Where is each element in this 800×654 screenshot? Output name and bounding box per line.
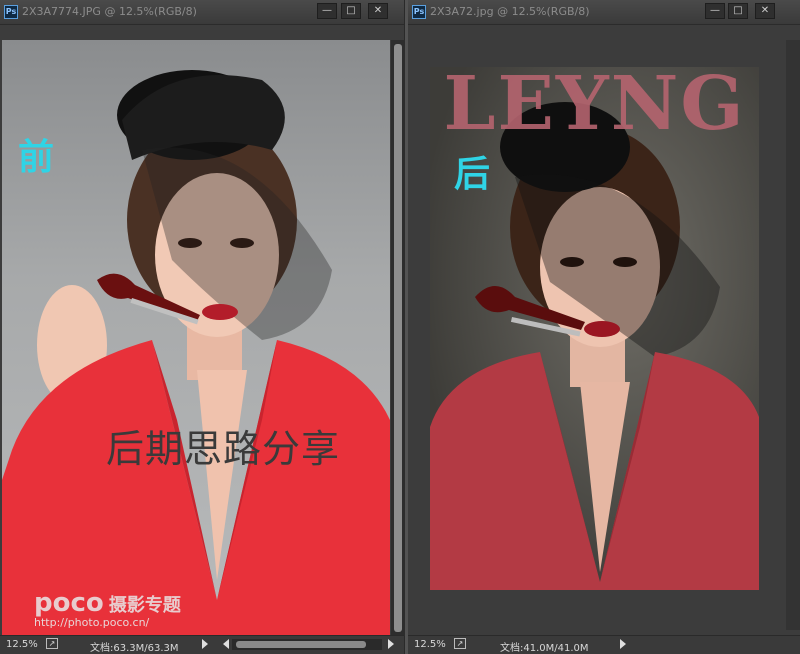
portrait-photo-before [2,70,390,636]
maximize-button[interactable]: □ [728,3,748,19]
document-size: 文档:41.0M/41.0M [500,643,589,654]
horizontal-scrollbar[interactable] [232,639,382,650]
close-button[interactable]: ✕ [368,3,388,19]
poco-logo-text: poco [34,588,104,618]
zoom-level[interactable]: 12.5% [6,639,38,650]
share-icon[interactable]: ↗ [46,638,58,649]
minimize-button[interactable]: — [317,3,337,19]
photoshop-icon: Ps [4,5,18,19]
image-canvas-before[interactable]: 前 后期思路分享 poco 摄影专题 http://photo.poco.cn/ [2,40,390,636]
masthead-text: LEYNG [443,67,746,147]
photoshop-icon: Ps [412,5,426,19]
status-bar: 12.5% ↗ 文档:63.3M/63.3M [0,635,404,654]
label-before: 前 [18,137,55,178]
watermark-url: http://photo.poco.cn/ [34,616,150,629]
status-bar: 12.5% ↗ 文档:41.0M/41.0M [408,635,800,654]
maximize-button[interactable]: □ [341,3,361,19]
poco-watermark: poco 摄影专题 http://photo.poco.cn/ [34,588,181,629]
document-window-after[interactable]: Ps 2X3A72.jpg @ 12.5%(RGB/8) — □ ✕ LEYNG… [408,0,800,654]
scroll-right-icon[interactable] [388,639,394,649]
window-titlebar[interactable]: Ps 2X3A7774.JPG @ 12.5%(RGB/8) — □ ✕ [0,0,404,25]
scroll-left-icon[interactable] [223,639,229,649]
share-icon[interactable]: ↗ [454,638,466,649]
label-after: 后 [454,154,491,195]
document-window-before[interactable]: Ps 2X3A7774.JPG @ 12.5%(RGB/8) — □ ✕ 前 后… [0,0,405,654]
minimize-button[interactable]: — [705,3,725,19]
scrollbar-thumb[interactable] [394,44,402,632]
window-title: 2X3A72.jpg @ 12.5%(RGB/8) [430,5,590,18]
window-titlebar[interactable]: Ps 2X3A72.jpg @ 12.5%(RGB/8) — □ ✕ [408,0,800,25]
horizontal-scrollbar-thumb[interactable] [236,641,366,648]
status-menu-arrow-icon[interactable] [620,639,626,649]
vertical-scrollbar[interactable] [786,40,800,630]
zoom-level[interactable]: 12.5% [414,639,446,650]
document-size: 文档:63.3M/63.3M [90,643,179,654]
caption-text: 后期思路分享 [106,427,341,471]
window-title: 2X3A7774.JPG @ 12.5%(RGB/8) [22,5,197,18]
watermark-brand: 摄影专题 [108,595,181,616]
close-button[interactable]: ✕ [755,3,775,19]
vertical-scrollbar[interactable] [391,40,405,636]
image-canvas-after[interactable]: LEYNG 后 [430,67,759,590]
status-menu-arrow-icon[interactable] [202,639,208,649]
